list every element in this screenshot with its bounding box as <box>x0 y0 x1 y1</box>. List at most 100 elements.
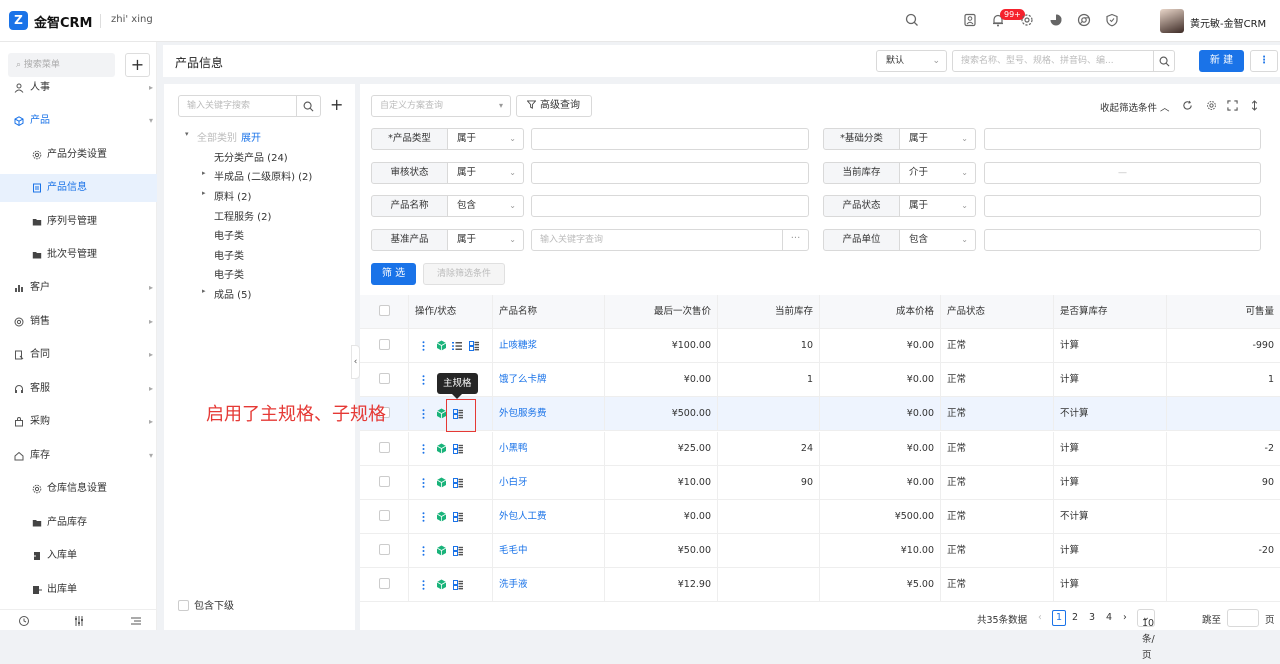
table-row[interactable]: 外包服务费 ¥500.00 ¥0.00 正常 不计算 <box>360 397 1280 432</box>
fullscreen-icon[interactable] <box>1227 100 1238 111</box>
col-header[interactable]: 当前库存 <box>718 295 820 329</box>
col-header[interactable]: 是否算库存 <box>1054 295 1167 329</box>
product-cube-icon[interactable] <box>436 340 447 351</box>
product-cube-icon[interactable] <box>436 545 447 556</box>
filter-op-product-unit[interactable]: 包含 ⌄ <box>900 229 976 251</box>
more-vertical-icon[interactable] <box>422 512 425 522</box>
collapse-menu-icon[interactable] <box>130 615 142 627</box>
jump-page-input[interactable] <box>1227 609 1259 627</box>
page-size-select[interactable]: 10 条/页 ⌄ <box>1137 609 1155 661</box>
more-vertical-icon[interactable] <box>422 375 425 385</box>
sidebar-item-batch[interactable]: 批次号管理 <box>0 241 157 269</box>
product-link[interactable]: 小白牙 <box>499 477 528 488</box>
sidebar-item-service[interactable]: 客服 ▸ <box>0 375 157 403</box>
expand-all-link[interactable]: 展开 <box>241 133 261 144</box>
more-vertical-icon[interactable] <box>422 341 425 351</box>
row-checkbox[interactable] <box>360 534 409 569</box>
product-search-input[interactable]: 搜索名称、型号、规格、拼音码、编... <box>952 50 1154 72</box>
filter-op-product-status[interactable]: 属于 ⌄ <box>900 195 976 217</box>
filter-value-audit-status[interactable] <box>531 162 809 184</box>
filter-value-product-type[interactable] <box>531 128 809 150</box>
filter-value-product-unit[interactable] <box>984 229 1261 251</box>
sidebar-item-product-stock[interactable]: 产品库存 <box>0 509 157 537</box>
sidebar-item-outbound[interactable]: 出库单 <box>0 576 157 604</box>
tree-node[interactable]: 电子类 <box>214 247 244 262</box>
table-row[interactable]: 小黑鸭 ¥25.00 24 ¥0.00 正常 计算 -2 <box>360 431 1280 466</box>
contacts-icon[interactable] <box>963 13 979 29</box>
cell-name[interactable]: 外包服务费 <box>493 397 605 432</box>
more-vertical-icon[interactable] <box>422 546 425 556</box>
refresh-icon[interactable] <box>1182 100 1193 111</box>
cell-name[interactable]: 饿了么卡牌 <box>493 363 605 398</box>
page-2[interactable]: 2 <box>1072 612 1078 623</box>
search-icon[interactable] <box>905 13 921 29</box>
main-spec-icon[interactable] <box>453 580 463 591</box>
page-4[interactable]: 4 <box>1106 612 1112 623</box>
tree-node[interactable]: 工程服务 (2) <box>214 208 271 223</box>
product-link[interactable]: 外包服务费 <box>499 408 547 419</box>
main-spec-icon[interactable] <box>469 341 479 351</box>
prev-page-button[interactable]: ‹ <box>1038 612 1042 623</box>
sub-spec-icon[interactable] <box>452 341 462 351</box>
filter-value-product-name[interactable] <box>531 195 809 217</box>
filter-op-audit-status[interactable]: 属于 ⌄ <box>448 162 524 184</box>
row-checkbox[interactable] <box>360 500 409 534</box>
product-link[interactable]: 洗手液 <box>499 579 528 590</box>
product-cube-icon[interactable] <box>436 511 447 522</box>
col-header[interactable]: 可售量 <box>1167 295 1280 329</box>
row-checkbox[interactable] <box>360 431 409 466</box>
product-link[interactable]: 小黑鸭 <box>499 443 528 454</box>
sidebar-item-purchase[interactable]: 采购 ▸ <box>0 408 157 436</box>
sidebar-item-inbound[interactable]: 入库单 <box>0 542 157 570</box>
table-row[interactable]: 毛毛中 ¥50.00 ¥10.00 正常 计算 -20 <box>360 534 1280 569</box>
row-checkbox[interactable] <box>360 568 409 603</box>
product-link[interactable]: 饿了么卡牌 <box>499 374 547 385</box>
row-checkbox[interactable] <box>360 329 409 363</box>
main-spec-icon[interactable] <box>453 443 463 454</box>
page-3[interactable]: 3 <box>1089 612 1095 623</box>
collapse-tree-button[interactable]: ‹ <box>351 345 360 379</box>
add-category-button[interactable]: + <box>330 97 343 113</box>
col-header[interactable]: 最后一次售价 <box>605 295 718 329</box>
more-options-icon[interactable]: ··· <box>782 229 809 251</box>
cell-name[interactable]: 小黑鸭 <box>493 431 605 466</box>
page-1[interactable]: 1 <box>1052 610 1067 626</box>
filter-value-base-category[interactable] <box>984 128 1261 150</box>
sidebar-item-product-category[interactable]: 产品分类设置 <box>0 141 157 169</box>
cell-name[interactable]: 小白牙 <box>493 465 605 500</box>
sidebar-item-product[interactable]: 产品 ▾ <box>0 107 157 135</box>
main-spec-icon[interactable] <box>453 477 463 488</box>
avatar[interactable] <box>1160 9 1184 33</box>
sidebar-item-hr[interactable]: 人事 ▸ <box>0 74 157 102</box>
col-header[interactable]: 成本价格 <box>820 295 941 329</box>
tree-root[interactable]: ▾ 全部类别 展开 <box>185 129 261 144</box>
sidebar-item-warehouse-settings[interactable]: 仓库信息设置 <box>0 475 157 503</box>
chrome-icon[interactable] <box>1077 13 1093 29</box>
clear-filter-button[interactable]: 清除筛选条件 <box>423 263 505 285</box>
sort-icon[interactable] <box>1249 100 1260 111</box>
table-row[interactable]: 小白牙 ¥10.00 90 ¥0.00 正常 计算 90 <box>360 465 1280 500</box>
history-icon[interactable] <box>18 615 30 627</box>
more-vertical-icon[interactable] <box>422 409 425 420</box>
product-cube-icon[interactable] <box>436 443 447 454</box>
tree-node[interactable]: ▸ 成品 (5) <box>202 286 251 301</box>
more-vertical-icon[interactable] <box>422 443 425 454</box>
filter-op-base-category[interactable]: 属于 ⌄ <box>900 128 976 150</box>
filter-op-base-product[interactable]: 属于 ⌄ <box>448 229 524 251</box>
scheme-select[interactable]: 自定义方案查询 ▾ <box>371 95 511 117</box>
include-sub-checkbox[interactable]: 包含下级 <box>178 597 234 612</box>
collapse-filter-toggle[interactable]: 收起筛选条件 ︿ <box>1100 100 1170 114</box>
filter-value-product-status[interactable] <box>984 195 1261 217</box>
more-vertical-icon[interactable] <box>422 580 425 591</box>
advanced-query-button[interactable]: 高级查询 <box>516 95 592 117</box>
product-link[interactable]: 毛毛中 <box>499 545 528 556</box>
view-select[interactable]: 默认 ⌄ <box>876 50 947 72</box>
row-checkbox[interactable] <box>360 465 409 500</box>
sidebar-item-serial[interactable]: 序列号管理 <box>0 208 157 236</box>
sidebar-item-inventory[interactable]: 库存 ▾ <box>0 442 157 470</box>
tree-node[interactable]: 电子类 <box>214 266 244 281</box>
filter-value-stock-range[interactable]: — <box>984 162 1261 184</box>
filter-op-current-stock[interactable]: 介于 ⌄ <box>900 162 976 184</box>
col-header[interactable]: 产品名称 <box>493 295 605 329</box>
filter-button[interactable]: 筛 选 <box>371 263 416 285</box>
